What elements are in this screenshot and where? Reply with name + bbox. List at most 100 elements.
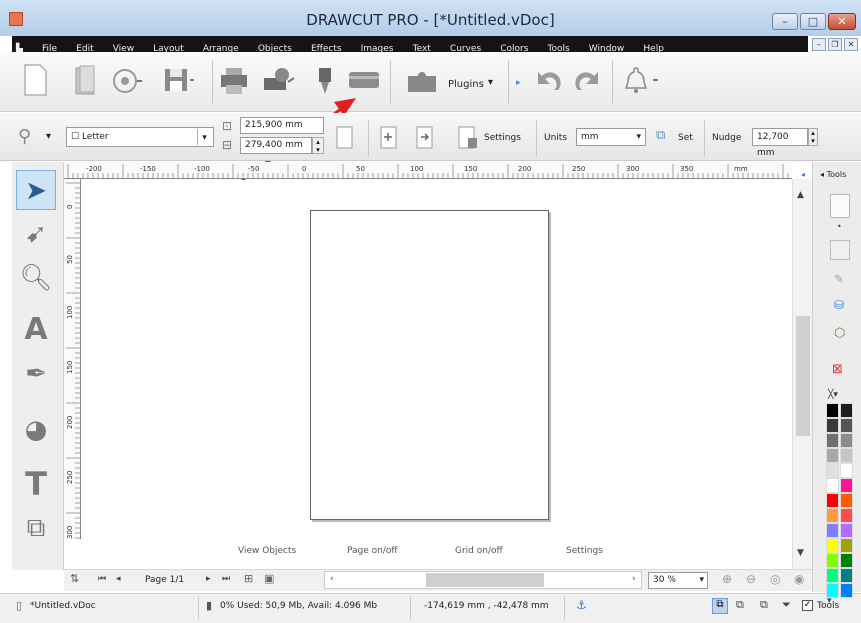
status-tool-1-icon[interactable]: ⧉ bbox=[712, 598, 728, 614]
prev-page-icon[interactable]: ◂ bbox=[116, 574, 121, 584]
zoom-out-icon[interactable]: ⊖ bbox=[746, 572, 756, 586]
zoom-page-icon[interactable]: ◎ bbox=[770, 572, 780, 586]
plugins-dropdown-arrow-icon[interactable]: ▾ bbox=[488, 77, 493, 88]
scroll-up-arrow-icon[interactable]: ▲ bbox=[797, 190, 804, 200]
palette-scroll-down-icon[interactable]: ▾ bbox=[827, 596, 832, 606]
page-manager-icon[interactable]: ⇅ bbox=[70, 572, 79, 585]
plugins-label[interactable]: Plugins bbox=[448, 79, 484, 90]
open-document-icon[interactable] bbox=[72, 64, 100, 98]
save-icon[interactable] bbox=[162, 66, 196, 96]
panel-collapse-icon[interactable]: ◂ bbox=[801, 170, 805, 179]
shape-outline-icon[interactable]: ⬡ bbox=[834, 326, 845, 341]
add-page-icon[interactable] bbox=[378, 124, 400, 152]
palette-swatch[interactable] bbox=[840, 433, 853, 448]
palette-swatch[interactable] bbox=[840, 538, 853, 553]
vertical-scroll-thumb[interactable] bbox=[796, 316, 810, 436]
minimize-button[interactable]: – bbox=[772, 13, 798, 30]
import-icon[interactable] bbox=[110, 64, 144, 98]
mdi-restore-button[interactable]: ❐ bbox=[828, 38, 842, 51]
palette-swatch[interactable] bbox=[826, 568, 839, 583]
zoom-dropdown-arrow-icon[interactable]: ▾ bbox=[699, 573, 704, 588]
palette-swatch[interactable] bbox=[826, 553, 839, 568]
palette-swatch[interactable] bbox=[840, 553, 853, 568]
panel-page-preview[interactable] bbox=[830, 194, 850, 218]
transform-dropdown-arrow-icon[interactable]: ▾ bbox=[46, 131, 51, 142]
node-edit-tool-button[interactable]: ➹ bbox=[16, 214, 56, 254]
document-page[interactable] bbox=[310, 210, 549, 520]
no-color-icon[interactable]: ⊠ bbox=[832, 362, 843, 377]
arrange-tool-button[interactable]: ⧉ bbox=[16, 508, 56, 548]
palette-swatch[interactable] bbox=[840, 403, 853, 418]
status-tool-2-icon[interactable]: ⧉ bbox=[736, 598, 744, 612]
plugins-icon[interactable] bbox=[404, 66, 442, 96]
fill-bucket-icon[interactable]: ⛁ bbox=[834, 298, 844, 312]
page-size-dropdown-arrow-icon[interactable]: ▾ bbox=[197, 129, 211, 145]
first-page-icon[interactable]: ⏮ bbox=[98, 574, 106, 584]
palette-swatch[interactable] bbox=[826, 448, 839, 463]
page-height-field[interactable]: 279,400 mm bbox=[240, 137, 312, 154]
page-width-field[interactable]: 215,900 mm bbox=[240, 117, 324, 134]
palette-swatch[interactable] bbox=[826, 418, 839, 433]
text-tool-button[interactable]: A bbox=[16, 310, 56, 350]
mdi-close-button[interactable]: ✕ bbox=[844, 38, 858, 51]
last-page-icon[interactable]: ⏭ bbox=[222, 574, 230, 584]
panel-fill-preview[interactable] bbox=[830, 240, 850, 260]
horizontal-scroll-thumb[interactable] bbox=[426, 573, 544, 587]
select-tool-button[interactable]: ➤ bbox=[16, 170, 56, 210]
delete-page-nav-icon[interactable]: ▣ bbox=[264, 572, 274, 585]
maximize-button[interactable]: □ bbox=[800, 13, 826, 30]
mdi-minimize-button[interactable]: – bbox=[812, 38, 826, 51]
units-select[interactable]: mm ▾ bbox=[576, 128, 646, 146]
palette-swatch[interactable] bbox=[840, 568, 853, 583]
palette-swatch[interactable] bbox=[840, 478, 853, 493]
page-settings-label[interactable]: Settings bbox=[484, 133, 521, 143]
palette-swatch[interactable] bbox=[840, 418, 853, 433]
nudge-spinner[interactable]: ▴ ▾ bbox=[808, 128, 818, 146]
tools-checkbox[interactable]: ✓ bbox=[802, 600, 813, 611]
palette-swatch[interactable] bbox=[826, 463, 839, 478]
set-units-icon[interactable]: ⧉ bbox=[656, 128, 665, 143]
palette-swatch[interactable] bbox=[826, 508, 839, 523]
palette-swatch[interactable] bbox=[826, 493, 839, 508]
zoom-fit-icon[interactable]: ◉ bbox=[794, 572, 804, 586]
snap-anchor-icon[interactable]: ⚓ bbox=[576, 598, 587, 612]
palette-swatch[interactable] bbox=[840, 523, 853, 538]
palette-swatch[interactable] bbox=[840, 448, 853, 463]
palette-swatch[interactable] bbox=[840, 583, 853, 598]
add-page-nav-icon[interactable]: ⊞ bbox=[244, 572, 253, 585]
page-settings-icon[interactable] bbox=[456, 124, 480, 152]
page-size-select[interactable]: ☐ Letter ▾ bbox=[66, 127, 214, 147]
scroll-right-arrow-icon[interactable]: › bbox=[632, 574, 636, 584]
height-spinner[interactable]: ▴ ▾ bbox=[312, 137, 324, 154]
undo-icon[interactable] bbox=[528, 64, 568, 98]
units-dropdown-arrow-icon[interactable]: ▾ bbox=[636, 129, 641, 145]
status-filter-icon[interactable]: ⏷ bbox=[782, 598, 791, 612]
bell-notification-icon[interactable] bbox=[620, 62, 662, 98]
palette-swatch[interactable] bbox=[826, 538, 839, 553]
new-document-icon[interactable] bbox=[20, 62, 50, 98]
zoom-tool-button[interactable]: 🔍︎ bbox=[16, 258, 56, 298]
palette-swatch[interactable] bbox=[840, 493, 853, 508]
close-button[interactable]: ✕ bbox=[828, 13, 856, 30]
shape-tool-button[interactable]: ◕ bbox=[16, 410, 56, 450]
type-tool-button[interactable]: T bbox=[16, 464, 56, 504]
duplicate-page-icon[interactable] bbox=[414, 124, 436, 152]
palette-swatch[interactable] bbox=[840, 508, 853, 523]
set-units-button[interactable]: Set bbox=[678, 133, 693, 143]
nudge-field[interactable]: 12,700 mm bbox=[752, 128, 808, 158]
eyedropper-icon[interactable]: ✎ bbox=[834, 272, 844, 286]
scroll-down-arrow-icon[interactable]: ▼ bbox=[797, 548, 804, 558]
palette-swatch[interactable] bbox=[826, 433, 839, 448]
palette-swatch[interactable] bbox=[826, 523, 839, 538]
scroll-left-arrow-icon[interactable]: ‹ bbox=[330, 574, 334, 584]
palette-swatch[interactable] bbox=[826, 478, 839, 493]
pen-tool-button[interactable]: ✒ bbox=[16, 354, 56, 394]
palette-swatch[interactable] bbox=[826, 403, 839, 418]
palette-swatch[interactable] bbox=[840, 463, 853, 478]
redo-icon[interactable] bbox=[568, 64, 608, 98]
portrait-orientation-icon[interactable] bbox=[334, 124, 356, 152]
zoom-in-icon[interactable]: ⊕ bbox=[722, 572, 732, 586]
zoom-select[interactable]: 30 % ▾ bbox=[648, 572, 708, 589]
next-page-icon[interactable]: ▸ bbox=[206, 574, 211, 584]
transform-tool-icon[interactable]: ⚲ bbox=[18, 126, 31, 147]
